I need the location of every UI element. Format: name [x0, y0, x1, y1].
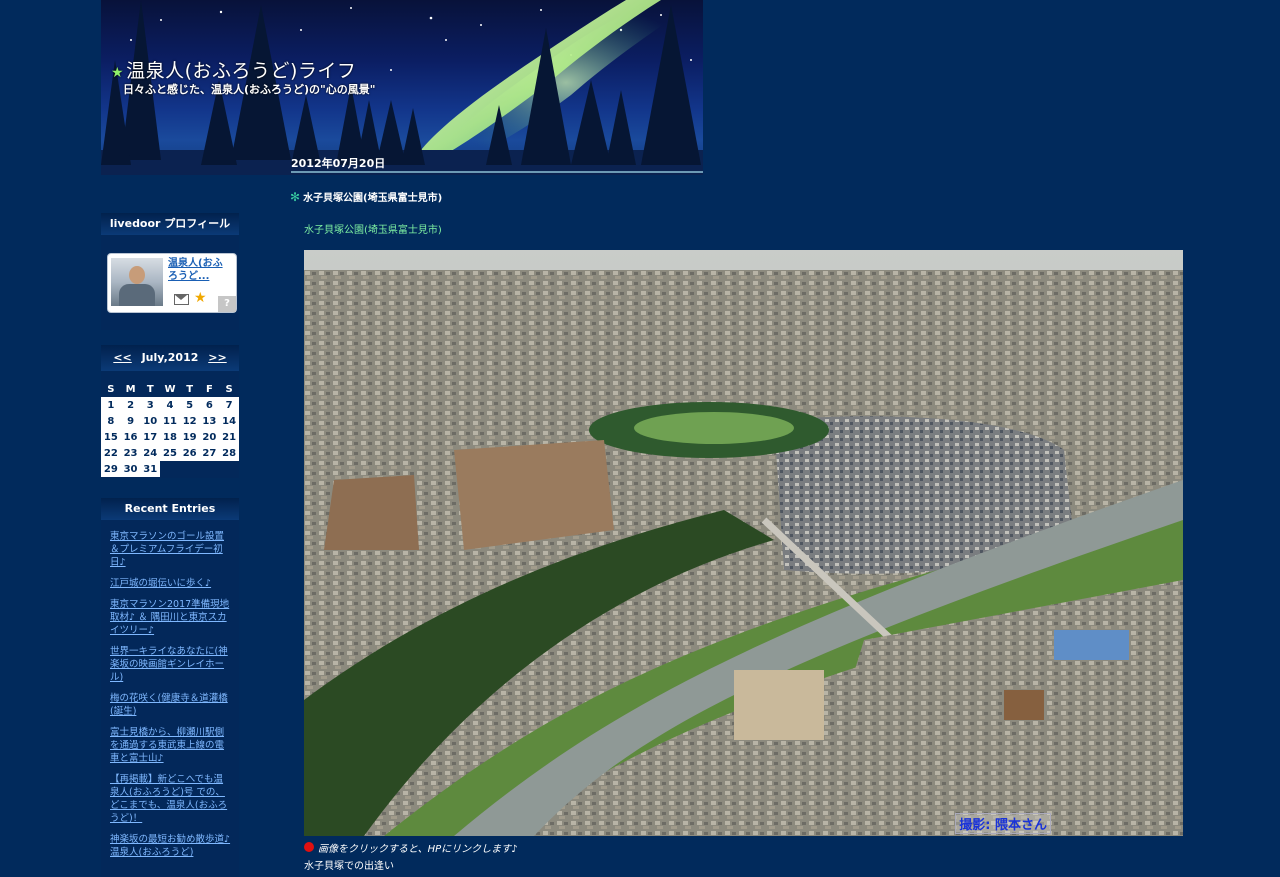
recent-entry-link[interactable]: 江戸城の堀伝いに歩く♪: [110, 577, 231, 590]
calendar-day: 15: [101, 429, 121, 445]
calendar-table: S M T W T F S 1 2 3 4 5 6 7 8 9 10 11 12…: [101, 381, 239, 477]
recent-entries-heading: Recent Entries: [101, 498, 239, 520]
recent-entry-link[interactable]: 梅の花咲く(健康寺＆道灌橋(誕生): [110, 692, 231, 718]
calendar-day-empty: [180, 461, 200, 477]
aerial-photo-illustration: [304, 250, 1183, 836]
flower-icon: ✻: [290, 190, 301, 204]
recent-entry-link[interactable]: 世界一キライなあなたに(神楽坂の映画館ギンレイホール): [110, 645, 231, 684]
calendar-day: 23: [120, 445, 141, 461]
calendar-day: 12: [179, 413, 200, 429]
calendar-day: 21: [219, 429, 239, 445]
calendar-day: 17: [140, 429, 161, 445]
calendar-week-row: 1 2 3 4 5 6 7: [101, 397, 239, 413]
calendar-day: 13: [199, 413, 220, 429]
entry-title[interactable]: ✻ 水子貝塚公園(埼玉県富士見市): [290, 189, 442, 204]
calendar-nav: << July,2012 >>: [101, 345, 239, 371]
entry-title-text: 水子貝塚公園(埼玉県富士見市): [303, 193, 443, 204]
site-subtitle: 日々ふと感じた、温泉人(おふろうど)の"心の風景": [123, 83, 376, 96]
calendar-day: 2: [120, 397, 141, 413]
weekday-label: S: [107, 383, 115, 395]
aerial-photo[interactable]: 撮影: 隈本さん: [304, 250, 1183, 836]
calendar-day: 3: [140, 397, 161, 413]
calendar-day: 27: [199, 445, 220, 461]
calendar-day: 11: [160, 413, 180, 429]
calendar-day: 30: [120, 461, 141, 477]
calendar-day: 20: [199, 429, 220, 445]
calendar-day: 9: [120, 413, 141, 429]
calendar-month: July,2012: [141, 351, 199, 364]
calendar-day: 5: [179, 397, 200, 413]
site-title[interactable]: ★ 温泉人(おふろうど)ライフ: [111, 56, 356, 83]
calendar-day: 24: [140, 445, 161, 461]
mail-icon[interactable]: [174, 294, 189, 305]
entry-body-link[interactable]: 水子貝塚公園(埼玉県富士見市): [304, 221, 442, 236]
calendar-week-row: 22 23 24 25 26 27 28: [101, 445, 239, 461]
photo-caption-link[interactable]: 画像をクリックすると、HPにリンクします♪: [304, 840, 518, 855]
calendar-week-row: 8 9 10 11 12 13 14: [101, 413, 239, 429]
profile-heading: livedoor プロフィール: [101, 213, 239, 235]
weekday-label: T: [146, 383, 154, 395]
calendar-day: 8: [101, 413, 121, 429]
calendar-day: 29: [101, 461, 121, 477]
weekday-label: W: [164, 383, 176, 395]
calendar-day: 22: [101, 445, 121, 461]
weekday-label: T: [186, 383, 194, 395]
calendar-day: 14: [219, 413, 239, 429]
favorite-star-icon[interactable]: ★: [194, 290, 207, 306]
profile-widget: livedoor プロフィール 温泉人(おふろうど... ★ ?: [101, 213, 239, 330]
header-divider: [291, 171, 703, 173]
calendar-day: 19: [179, 429, 200, 445]
site-title-text: 温泉人(おふろうど)ライフ: [126, 60, 357, 82]
post-date: 2012年07月20日: [291, 157, 386, 170]
avatar[interactable]: [111, 258, 163, 306]
calendar-day: 16: [120, 429, 141, 445]
recent-entry-link[interactable]: 神楽坂の最短お勧め散歩道♪温泉人(おふろうど): [110, 833, 231, 859]
photo-subcaption: 水子貝塚での出逢い: [304, 861, 394, 872]
calendar-day-empty: [219, 461, 239, 477]
calendar-next-link[interactable]: >>: [208, 351, 226, 364]
calendar-widget: << July,2012 >> S M T W T F S 1 2 3 4 5 …: [101, 345, 239, 478]
calendar-day-empty: [160, 461, 180, 477]
recent-entries-list: 東京マラソンのゴール設置＆プレミアムフライデー初日♪ 江戸城の堀伝いに歩く♪ 東…: [101, 520, 239, 859]
recent-entry-link[interactable]: 東京マラソンのゴール設置＆プレミアムフライデー初日♪: [110, 530, 231, 569]
avatar-body: [119, 284, 155, 306]
profile-name-link[interactable]: 温泉人(おふろうど...: [168, 257, 232, 283]
calendar-day: 28: [219, 445, 239, 461]
star-icon: ★: [111, 65, 125, 81]
profile-card: 温泉人(おふろうど... ★ ?: [107, 253, 237, 313]
calendar-prev-link[interactable]: <<: [113, 351, 131, 364]
calendar-day: 18: [160, 429, 180, 445]
weekday-label: F: [205, 383, 213, 395]
calendar-weekday-row: S M T W T F S: [101, 381, 239, 397]
weekday-label: M: [125, 383, 136, 395]
calendar-day: 10: [140, 413, 161, 429]
calendar-day-empty: [200, 461, 220, 477]
avatar-head: [129, 266, 145, 284]
recent-entry-link[interactable]: 【再掲載】新どこへでも温泉人(おふろうど)号 での、どこまでも、温泉人(おふろう…: [110, 773, 231, 825]
header-banner: ★ 温泉人(おふろうど)ライフ 日々ふと感じた、温泉人(おふろうど)の"心の風景": [101, 0, 703, 175]
calendar-week-row: 15 16 17 18 19 20 21: [101, 429, 239, 445]
recent-entry-link[interactable]: 富士見橋から、柳瀬川駅側を通過する東武東上線の電車と富士山♪: [110, 726, 231, 765]
calendar-day: 1: [101, 397, 121, 413]
recent-entries-widget: Recent Entries 東京マラソンのゴール設置＆プレミアムフライデー初日…: [101, 498, 239, 877]
pin-icon: [304, 842, 314, 852]
photo-caption-text: 画像をクリックすると、HPにリンクします♪: [318, 844, 518, 855]
calendar-day: 31: [140, 461, 161, 477]
calendar-day: 7: [219, 397, 239, 413]
help-button[interactable]: ?: [218, 296, 236, 312]
calendar-week-row: 29 30 31: [101, 461, 239, 477]
calendar-day: 4: [160, 397, 180, 413]
weekday-label: S: [225, 383, 233, 395]
calendar-day: 25: [160, 445, 180, 461]
photo-credit: 撮影: 隈本さん: [955, 813, 1051, 834]
calendar-day: 6: [199, 397, 220, 413]
calendar-day: 26: [179, 445, 200, 461]
recent-entry-link[interactable]: 東京マラソン2017準備現地取材♪ ＆ 隅田川と東京スカイツリー♪: [110, 598, 231, 637]
